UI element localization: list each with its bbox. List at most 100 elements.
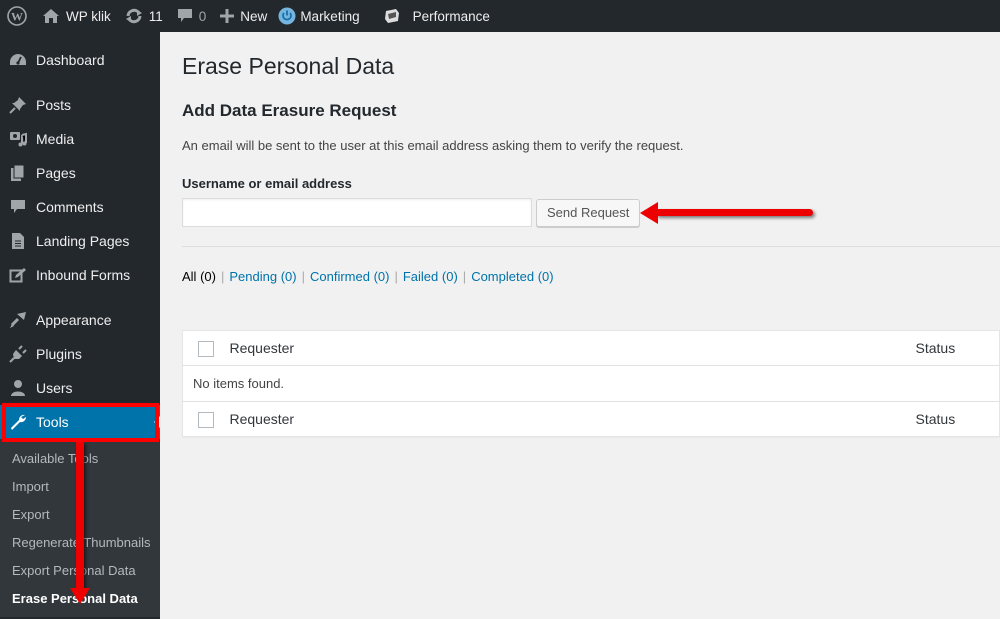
updates-count: 11 bbox=[148, 8, 163, 24]
site-name-link[interactable]: WP klik bbox=[35, 0, 118, 32]
new-label: New bbox=[240, 8, 268, 24]
username-email-input[interactable] bbox=[182, 198, 532, 227]
no-items-message: No items found. bbox=[193, 376, 285, 391]
filter-pending[interactable]: Pending (0) bbox=[229, 269, 296, 285]
updates-link[interactable]: 11 bbox=[118, 0, 170, 32]
filter-label: Confirmed bbox=[309, 269, 370, 284]
sidebar-item-landing-pages[interactable]: Landing Pages bbox=[0, 224, 160, 258]
submenu-export-personal-data[interactable]: Export Personal Data bbox=[0, 557, 160, 585]
username-email-label: Username or email address bbox=[182, 176, 352, 191]
sidebar-item-label: Media bbox=[36, 131, 75, 147]
pages-icon bbox=[8, 163, 28, 183]
filter-completed[interactable]: Completed (0) bbox=[471, 269, 553, 285]
pin-icon bbox=[8, 95, 28, 115]
select-all-checkbox-footer[interactable] bbox=[198, 411, 214, 428]
performance-label: Performance bbox=[412, 8, 490, 24]
sidebar-item-label: Appearance bbox=[36, 312, 112, 328]
wordpress-logo-icon: W bbox=[7, 6, 27, 26]
home-icon bbox=[42, 8, 60, 24]
comments-count: 0 bbox=[198, 8, 207, 24]
wrench-icon bbox=[8, 412, 28, 432]
sidebar-item-dashboard[interactable]: Dashboard bbox=[0, 43, 160, 77]
sidebar-item-appearance[interactable]: Appearance bbox=[0, 303, 160, 337]
filter-count: (0) bbox=[200, 269, 216, 284]
plus-icon bbox=[220, 9, 235, 23]
filter-label: All bbox=[182, 269, 197, 284]
filter-failed[interactable]: Failed (0) bbox=[403, 269, 458, 285]
filter-label: Completed bbox=[471, 269, 535, 284]
sidebar-item-label: Dashboard bbox=[36, 52, 105, 68]
filter-count: (0) bbox=[280, 269, 297, 284]
submenu-export[interactable]: Export bbox=[0, 501, 160, 529]
media-icon bbox=[8, 129, 28, 149]
wordpress-logo-button[interactable]: W bbox=[0, 0, 35, 32]
filter-count: (0) bbox=[537, 269, 554, 284]
sidebar-item-label: Comments bbox=[36, 199, 104, 215]
performance-menu[interactable]: Performance bbox=[367, 0, 497, 32]
menu-separator bbox=[0, 292, 160, 303]
comment-icon bbox=[8, 197, 28, 217]
select-all-cell bbox=[183, 402, 230, 437]
filter-confirmed[interactable]: Confirmed (0) bbox=[310, 269, 389, 285]
sidebar-item-label: Landing Pages bbox=[36, 233, 130, 249]
select-all-checkbox[interactable] bbox=[198, 340, 214, 357]
requests-table: Requester Status No items found. Request… bbox=[182, 330, 1000, 437]
column-requester-footer[interactable]: Requester bbox=[230, 402, 916, 437]
divider bbox=[182, 246, 1000, 247]
column-requester[interactable]: Requester bbox=[230, 331, 916, 366]
select-all-cell bbox=[183, 331, 230, 366]
sidebar-item-plugins[interactable]: Plugins bbox=[0, 337, 160, 371]
filter-label: Pending bbox=[229, 269, 278, 284]
filter-count: (0) bbox=[373, 269, 390, 284]
request-form: Send Request bbox=[182, 198, 1000, 227]
submenu-erase-personal-data[interactable]: Erase Personal Data bbox=[0, 585, 160, 613]
brush-icon bbox=[8, 310, 28, 330]
table-header-row: Requester Status bbox=[182, 331, 1000, 366]
menu-separator bbox=[0, 77, 160, 88]
separator: | bbox=[301, 269, 305, 284]
status-filter-links: All (0) | Pending (0) | Confirmed (0) | … bbox=[182, 269, 1000, 285]
filter-all[interactable]: All (0) bbox=[182, 269, 216, 285]
sidebar-item-pages[interactable]: Pages bbox=[0, 156, 160, 190]
sidebar-item-label: Posts bbox=[36, 97, 72, 113]
separator: | bbox=[394, 269, 398, 284]
site-name: WP klik bbox=[66, 8, 111, 24]
sidebar-item-posts[interactable]: Posts bbox=[0, 88, 160, 122]
main-content: Erase Personal Data Add Data Erasure Req… bbox=[160, 32, 1000, 619]
sidebar-item-label: Pages bbox=[36, 165, 76, 181]
sidebar-item-tools[interactable]: Tools bbox=[0, 405, 160, 439]
sidebar-item-label: Plugins bbox=[36, 346, 82, 362]
sidebar-item-label: Tools bbox=[36, 414, 69, 430]
submenu-available-tools[interactable]: Available Tools bbox=[0, 445, 160, 473]
dashboard-icon bbox=[8, 50, 28, 70]
performance-icon bbox=[383, 8, 401, 24]
comments-link[interactable]: 0 bbox=[170, 0, 214, 32]
separator: | bbox=[220, 269, 225, 284]
comment-icon bbox=[177, 8, 193, 24]
sidebar-item-users[interactable]: Users bbox=[0, 371, 160, 405]
sidebar-item-label: Inbound Forms bbox=[36, 267, 131, 283]
new-content-button[interactable]: New bbox=[213, 0, 274, 32]
sidebar-item-media[interactable]: Media bbox=[0, 122, 160, 156]
send-request-button[interactable]: Send Request bbox=[536, 198, 641, 227]
filter-label: Failed bbox=[402, 269, 439, 284]
separator: | bbox=[462, 269, 467, 284]
submenu-import[interactable]: Import bbox=[0, 473, 160, 501]
submenu-regenerate-thumbnails[interactable]: Regenerate Thumbnails bbox=[0, 529, 160, 557]
svg-text:W: W bbox=[11, 10, 23, 24]
marketing-label: Marketing bbox=[300, 8, 360, 24]
sidebar-item-inbound-forms[interactable]: Inbound Forms bbox=[0, 258, 160, 292]
section-description: An email will be sent to the user at thi… bbox=[182, 138, 684, 153]
sidebar-item-comments[interactable]: Comments bbox=[0, 190, 160, 224]
edit-icon bbox=[8, 265, 28, 285]
filter-count: (0) bbox=[441, 269, 458, 284]
table-empty-row: No items found. bbox=[183, 366, 1000, 402]
table-footer-row: Requester Status bbox=[182, 401, 1000, 437]
plug-icon bbox=[8, 344, 28, 364]
section-title: Add Data Erasure Request bbox=[182, 101, 397, 120]
column-status-footer: Status bbox=[915, 411, 956, 427]
marketing-menu[interactable]: Marketing bbox=[274, 0, 366, 32]
power-icon bbox=[278, 7, 296, 25]
page-title: Erase Personal Data bbox=[182, 53, 395, 79]
column-status: Status bbox=[915, 340, 956, 356]
